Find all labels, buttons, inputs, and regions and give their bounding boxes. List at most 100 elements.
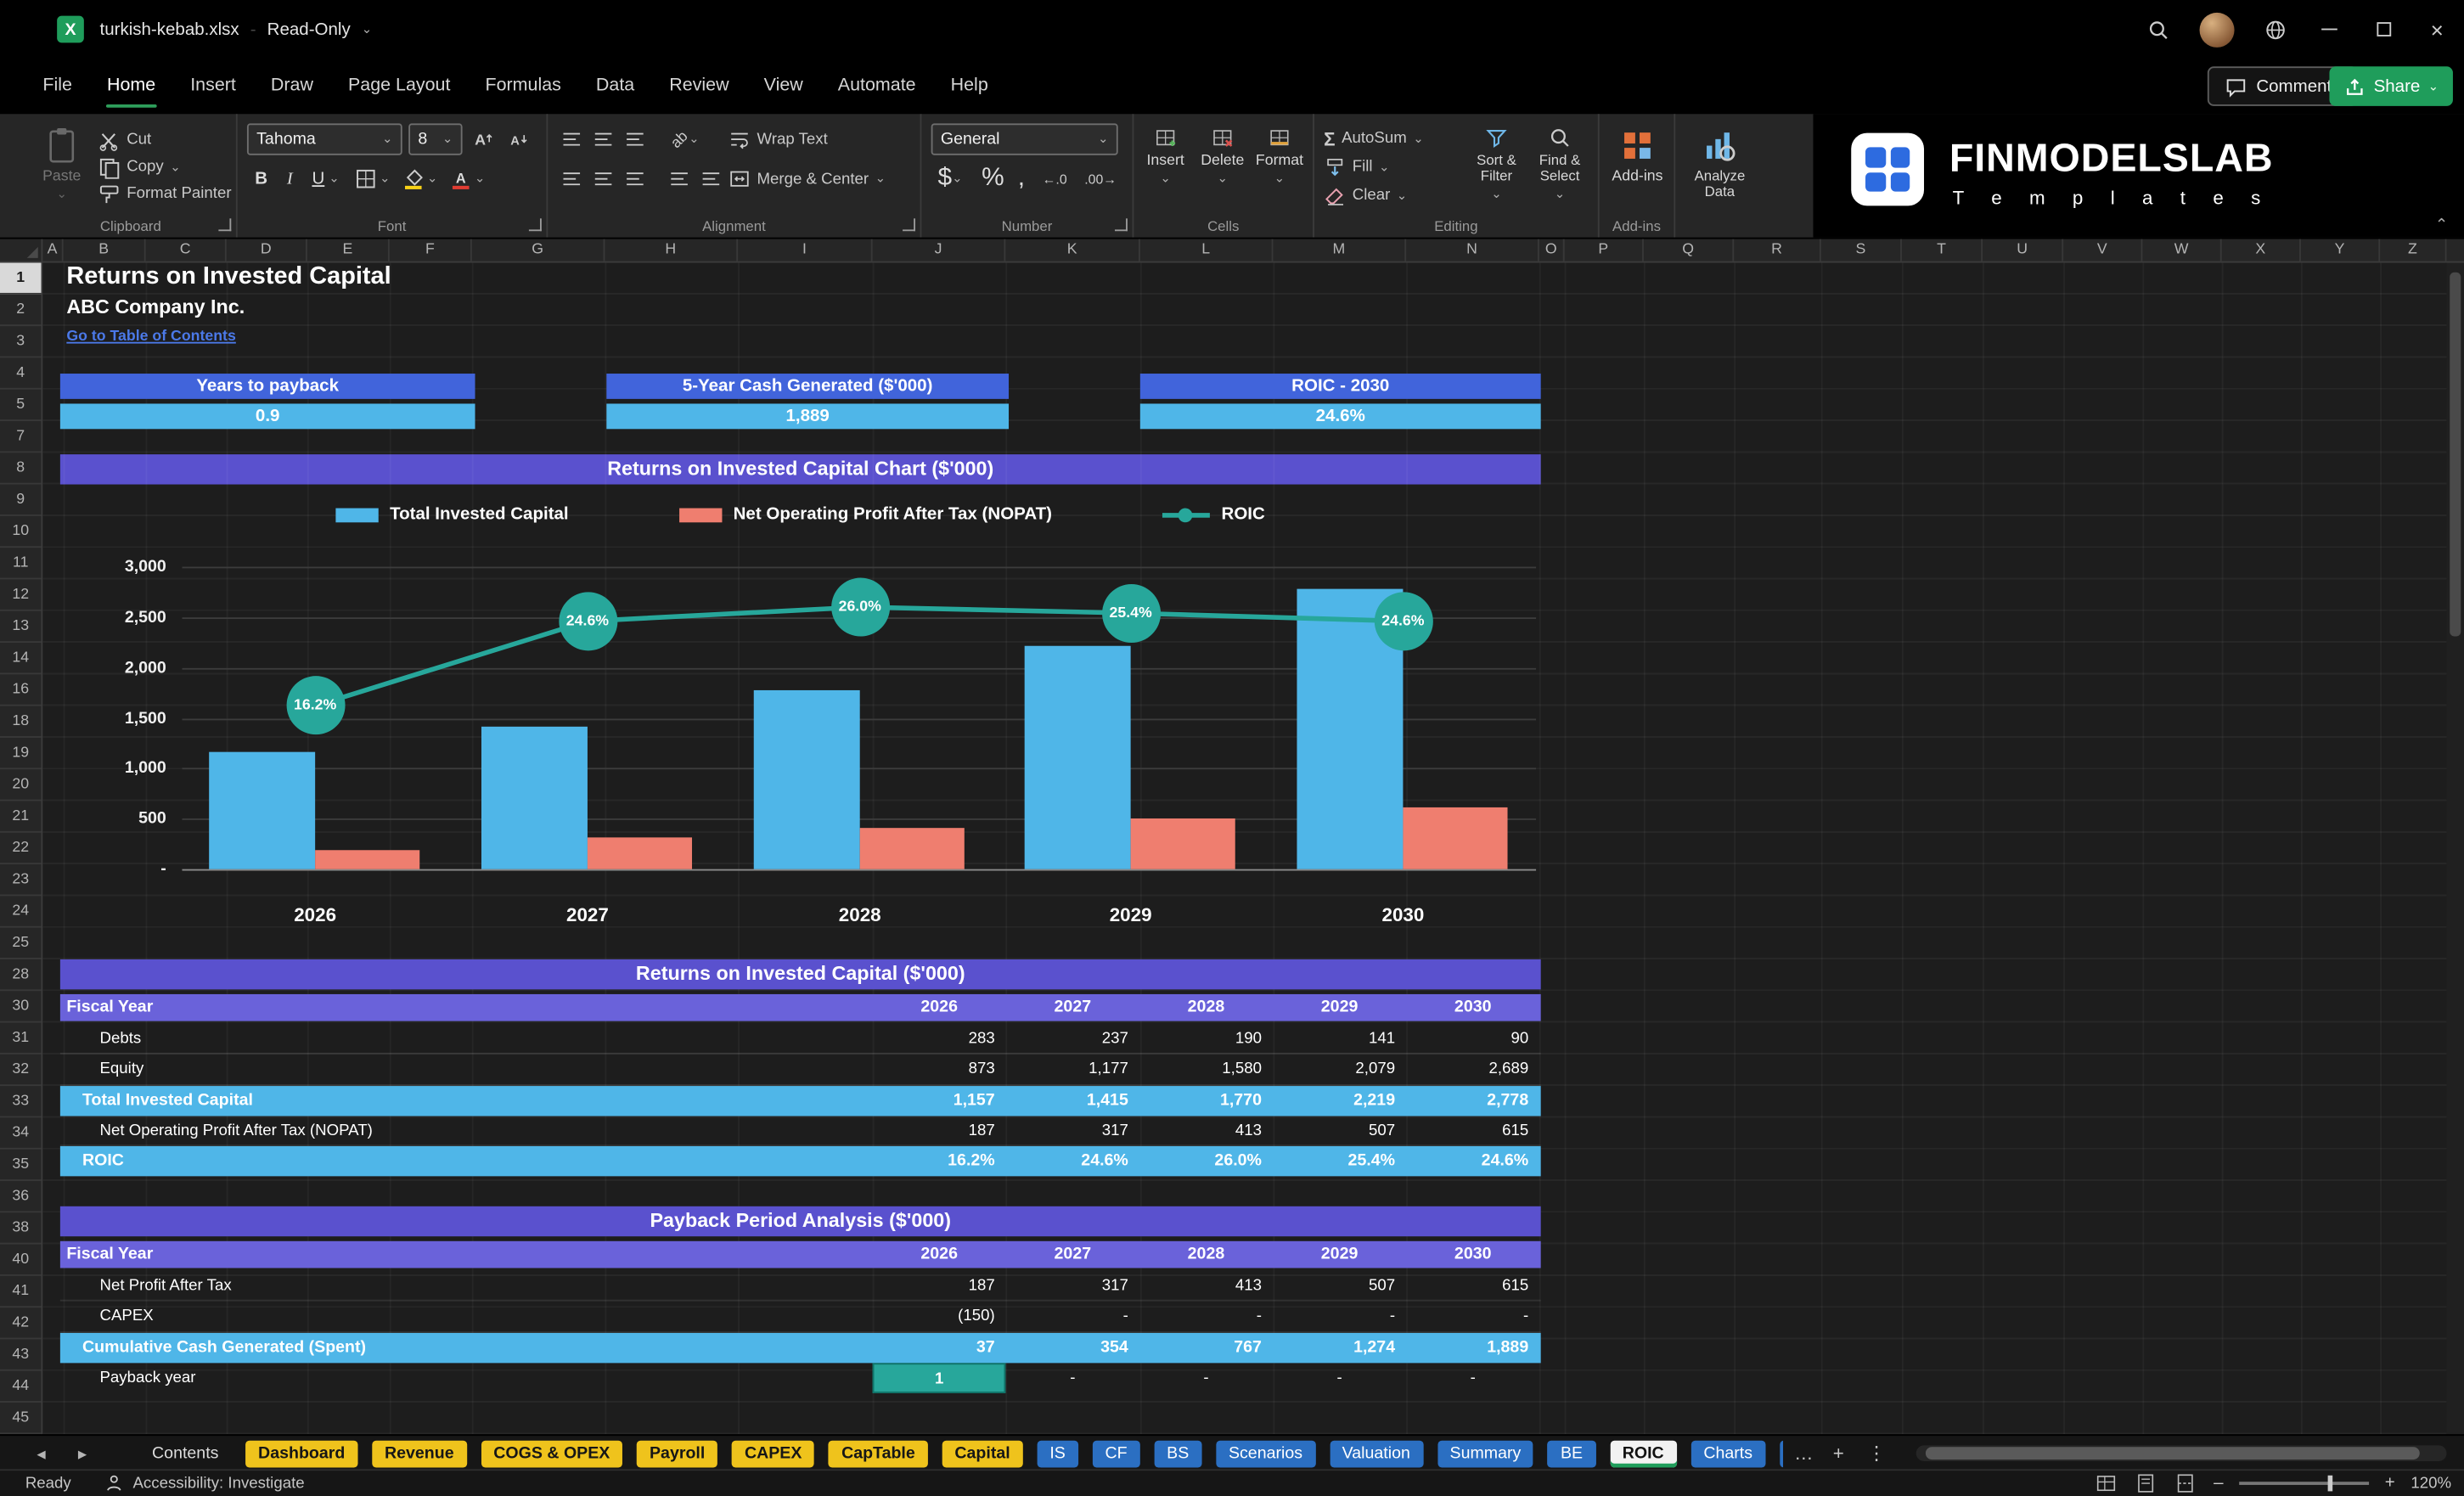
sheet-tab-captable[interactable]: CapTable — [829, 1440, 928, 1468]
more-sheets-button[interactable]: … — [1789, 1439, 1818, 1468]
sort-filter-button[interactable]: Sort & Filter ⌄ — [1466, 122, 1527, 214]
column-header-V[interactable]: V — [2063, 239, 2143, 262]
horizontal-scrollbar[interactable] — [1916, 1445, 2447, 1461]
zoom-slider-thumb[interactable] — [2327, 1475, 2333, 1492]
font-name-select[interactable]: Tahoma ⌄ — [246, 123, 402, 155]
cell-total-invested-capital-2029[interactable]: 2,219 — [1273, 1085, 1406, 1116]
cell-net-operating-profit-after-tax-nopat-2029[interactable]: 507 — [1273, 1116, 1406, 1144]
menu-tab-home[interactable]: Home — [89, 59, 172, 114]
share-button[interactable]: Share ⌄ — [2329, 66, 2453, 106]
menu-tab-data[interactable]: Data — [578, 59, 651, 114]
column-header-X[interactable]: X — [2222, 239, 2301, 262]
sheet-tab-payroll[interactable]: Payroll — [637, 1440, 718, 1468]
sheet-tab-kpis[interactable]: KPIs — [1779, 1440, 1784, 1468]
table-row-roic[interactable]: ROIC 16.2% 24.6% 26.0% 25.4% 24.6% — [59, 1146, 1541, 1178]
number-dialog-launcher[interactable] — [1114, 218, 1128, 232]
cell-equity-2030[interactable]: 2,689 — [1406, 1055, 1539, 1083]
table-row-net-operating-profit-after-tax-nopat[interactable]: Net Operating Profit After Tax (NOPAT) 18… — [59, 1116, 1541, 1147]
font-dialog-launcher[interactable] — [528, 218, 542, 232]
cell-cumulative-cash-generated-spent-2028[interactable]: 767 — [1139, 1332, 1273, 1363]
column-header-J[interactable]: J — [873, 239, 1006, 262]
previous-sheet-button[interactable]: ◂ — [22, 1436, 60, 1471]
sheet-tab-is[interactable]: IS — [1037, 1440, 1078, 1468]
row-header-3[interactable]: 3 — [0, 326, 42, 358]
cell-roic-2028[interactable]: 26.0% — [1139, 1146, 1273, 1177]
row-header-13[interactable]: 13 — [0, 611, 42, 644]
align-bottom-button[interactable] — [621, 125, 650, 154]
column-header-T[interactable]: T — [1902, 239, 1983, 262]
column-header-Q[interactable]: Q — [1644, 239, 1735, 262]
clear-button[interactable]: Clear ⌄ — [1324, 183, 1424, 207]
normal-view-button[interactable] — [2095, 1471, 2118, 1495]
cell-net-operating-profit-after-tax-nopat-2028[interactable]: 413 — [1139, 1116, 1273, 1144]
column-header-W[interactable]: W — [2142, 239, 2222, 262]
column-header-U[interactable]: U — [1983, 239, 2064, 262]
table-row-payback-year[interactable]: Payback year 1- - - - — [60, 1363, 1541, 1394]
row-header-23[interactable]: 23 — [0, 864, 42, 897]
cell-capex-2029[interactable]: - — [1273, 1302, 1406, 1330]
kpi-value-roic-2030[interactable]: 24.6% — [1139, 403, 1541, 430]
wrap-text-button[interactable]: Wrap Text — [729, 125, 828, 154]
cell-payback-year-2028[interactable]: - — [1139, 1363, 1273, 1393]
decrease-indent-button[interactable] — [665, 165, 694, 194]
kpi-value-5-year-cash-generated-000[interactable]: 1,889 — [606, 403, 1010, 430]
format-painter-button[interactable]: Format Painter — [98, 182, 232, 205]
cell-capex-2027[interactable]: - — [1006, 1302, 1139, 1330]
cell-roic-2029[interactable]: 25.4% — [1273, 1146, 1406, 1177]
italic-button[interactable]: I — [276, 165, 305, 194]
cell-capex-2026[interactable]: (150) — [873, 1302, 1006, 1330]
copy-button[interactable]: Copy ⌄ — [98, 155, 232, 179]
column-header-B[interactable]: B — [64, 239, 146, 262]
cell-cumulative-cash-generated-spent-2027[interactable]: 354 — [1006, 1332, 1139, 1363]
menu-tab-insert[interactable]: Insert — [173, 59, 254, 114]
row-header-10[interactable]: 10 — [0, 516, 42, 548]
sheet-tab-scenarios[interactable]: Scenarios — [1216, 1440, 1315, 1468]
table-row-net-profit-after-tax[interactable]: Net Profit After Tax 187 317 413 507 615 — [59, 1271, 1541, 1302]
sheet-tab-capex[interactable]: CAPEX — [732, 1440, 815, 1468]
menu-tab-help[interactable]: Help — [933, 59, 1005, 114]
close-button[interactable]: × — [2411, 0, 2464, 59]
zoom-slider[interactable] — [2239, 1475, 2370, 1492]
kpi-value-years-to-payback[interactable]: 0.9 — [59, 403, 475, 430]
minimize-button[interactable] — [2303, 0, 2356, 59]
browser-mode-button[interactable] — [2248, 0, 2302, 59]
zoom-level[interactable]: 120% — [2411, 1475, 2451, 1493]
column-header-S[interactable]: S — [1821, 239, 1902, 262]
select-all-corner[interactable] — [0, 239, 43, 262]
row-header-42[interactable]: 42 — [0, 1308, 42, 1340]
insert-cells-button[interactable]: Insert ⌄ — [1139, 122, 1192, 214]
cell-cumulative-cash-generated-spent-2029[interactable]: 1,274 — [1273, 1332, 1406, 1363]
analyze-data-button[interactable]: Analyze Data — [1685, 122, 1754, 214]
vertical-scrollbar-thumb[interactable] — [2450, 272, 2461, 637]
font-size-select[interactable]: 8 ⌄ — [408, 123, 463, 155]
worksheet[interactable]: Returns on Invested Capital ABC Company … — [42, 262, 2447, 1435]
row-header-19[interactable]: 19 — [0, 738, 42, 770]
sheet-options-button[interactable]: ⋮ — [1862, 1439, 1891, 1468]
increase-indent-button[interactable] — [697, 165, 726, 194]
document-title[interactable]: turkish-kebab.xlsx - Read-Only ⌄ — [99, 20, 372, 38]
menu-tab-draw[interactable]: Draw — [253, 59, 330, 114]
column-header-A[interactable]: A — [42, 239, 64, 262]
delete-cells-button[interactable]: Delete ⌄ — [1195, 122, 1249, 214]
align-middle-button[interactable] — [589, 125, 618, 154]
next-sheet-button[interactable]: ▸ — [64, 1436, 102, 1471]
paste-button[interactable]: Paste ⌄ — [31, 122, 92, 214]
row-header-24[interactable]: 24 — [0, 896, 42, 928]
column-header-G[interactable]: G — [472, 239, 605, 262]
zoom-out-button[interactable]: – — [2214, 1474, 2223, 1493]
cell-payback-year-2029[interactable]: - — [1273, 1363, 1406, 1393]
grow-font-button[interactable]: A — [469, 125, 498, 154]
sheet-tab-contents[interactable]: Contents — [139, 1441, 231, 1468]
zoom-in-button[interactable]: + — [2385, 1474, 2395, 1493]
row-header-30[interactable]: 30 — [0, 991, 42, 1023]
row-header-35[interactable]: 35 — [0, 1150, 42, 1181]
horizontal-scrollbar-thumb[interactable] — [1925, 1447, 2420, 1460]
orientation-button[interactable]: ab ⌄ — [665, 125, 706, 154]
column-header-F[interactable]: F — [390, 239, 472, 262]
row-header-31[interactable]: 31 — [0, 1022, 42, 1055]
menu-tab-automate[interactable]: Automate — [820, 59, 933, 114]
row-header-22[interactable]: 22 — [0, 833, 42, 865]
row-header-4[interactable]: 4 — [0, 357, 42, 390]
row-header-8[interactable]: 8 — [0, 453, 42, 485]
table-row-capex[interactable]: CAPEX (150) - - - - — [59, 1302, 1541, 1333]
